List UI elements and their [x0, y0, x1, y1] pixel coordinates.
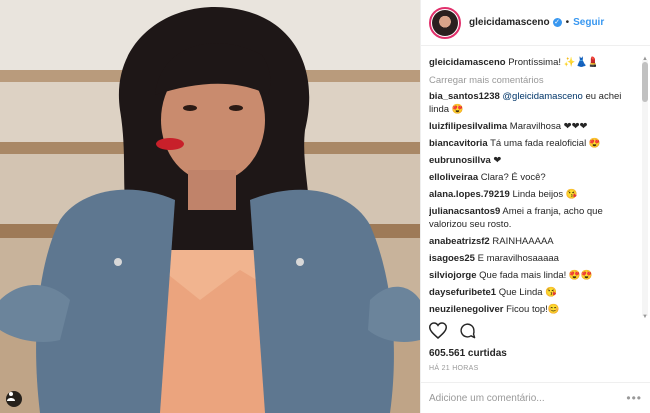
- comments-list: gleicidamasceno Prontíssima! ✨👗💄 Carrega…: [429, 56, 638, 320]
- comment-item: julianacsantos9 Amei a franja, acho que …: [429, 205, 638, 231]
- comment-username[interactable]: eubrunosillva: [429, 155, 491, 166]
- add-comment-bar: •••: [421, 382, 650, 413]
- header-username[interactable]: gleicidamasceno: [469, 17, 550, 28]
- comment-mention[interactable]: @gleicidamasceno: [502, 91, 582, 102]
- scrollbar-thumb[interactable]: [642, 62, 648, 102]
- comment-item: biancavitoria Tá uma fada realoficial 😍: [429, 137, 638, 150]
- likes-count[interactable]: 605.561 curtidas: [429, 348, 507, 359]
- comment-item: anabeatrizsf2 RAINHAAAAA: [429, 235, 638, 248]
- comment-username[interactable]: isagoes25: [429, 253, 475, 264]
- comment-text: Clara? É você?: [478, 172, 546, 183]
- comment-text: Maravilhosa ❤❤❤: [507, 121, 588, 132]
- comment-bubble-icon[interactable]: [459, 322, 476, 342]
- comment-text: ❤: [490, 155, 502, 166]
- comment-item: isagoes25 E maravilhosaaaaa: [429, 252, 638, 265]
- comment-text: RAINHAAAAA: [489, 236, 554, 247]
- caption: gleicidamasceno Prontíssima! ✨👗💄: [429, 56, 638, 69]
- comment-text: Linda beijos 😘: [509, 189, 578, 200]
- verified-badge-icon: ✓: [552, 18, 562, 27]
- comment-text: Que fada mais linda! 😍😍: [476, 270, 593, 281]
- scroll-down-arrow-icon[interactable]: ▼: [642, 314, 648, 320]
- comment-item: daysefuribete1 Que Linda 😘: [429, 286, 638, 299]
- comment-username[interactable]: anabeatrizsf2: [429, 236, 490, 247]
- comment-username[interactable]: julianacsantos9: [429, 206, 500, 217]
- comment-item: alana.lopes.79219 Linda beijos 😘: [429, 188, 638, 201]
- comment-username[interactable]: biancavitoria: [429, 138, 488, 149]
- comment-text: E maravilhosaaaaa: [474, 253, 559, 264]
- photo-illustration: [0, 0, 420, 413]
- post-photo[interactable]: [0, 0, 420, 413]
- comment-item: eubrunosillva ❤: [429, 154, 638, 167]
- comment-item: neuzilenegoliver Ficou top!😊: [429, 303, 638, 316]
- comment-item: elloliveiraa Clara? É você?: [429, 171, 638, 184]
- comment-text: Ficou top!😊: [503, 304, 560, 315]
- comments-scrollbar[interactable]: [642, 60, 648, 316]
- person-tag-icon[interactable]: [6, 391, 22, 407]
- post-header: gleicidamasceno ✓ • Seguir: [421, 0, 650, 46]
- comment-text: Que Linda 😘: [496, 287, 558, 298]
- comment-item: luizfilipesilvalima Maravilhosa ❤❤❤: [429, 120, 638, 133]
- comment-username[interactable]: bia_santos1238: [429, 91, 500, 102]
- post-actions: [428, 322, 476, 342]
- avatar[interactable]: [429, 6, 461, 39]
- heart-outline-icon[interactable]: [428, 322, 448, 342]
- comment-username[interactable]: silviojorge: [429, 270, 477, 281]
- comment-username[interactable]: elloliveiraa: [429, 172, 478, 183]
- comment-username[interactable]: luizfilipesilvalima: [429, 121, 507, 132]
- separator-dot: •: [565, 17, 570, 28]
- comment-text: Tá uma fada realoficial 😍: [487, 138, 601, 149]
- caption-text: Prontíssima! ✨👗💄: [505, 57, 600, 68]
- comment-item: bia_santos1238 @gleicidamasceno eu achei…: [429, 90, 638, 116]
- instagram-post: gleicidamasceno ✓ • Seguir gleicidamasce…: [0, 0, 650, 413]
- comment-username[interactable]: alana.lopes.79219: [429, 189, 510, 200]
- comment-username[interactable]: neuzilenegoliver: [429, 304, 503, 315]
- load-more-comments-link[interactable]: Carregar mais comentários: [429, 75, 638, 86]
- comment-item: silviojorge Que fada mais linda! 😍😍: [429, 269, 638, 282]
- post-timestamp: HÁ 21 HORAS: [429, 365, 479, 372]
- comment-username[interactable]: daysefuribete1: [429, 287, 496, 298]
- add-comment-input[interactable]: [429, 392, 627, 404]
- follow-button[interactable]: Seguir: [573, 17, 604, 28]
- more-options-icon[interactable]: •••: [626, 391, 642, 405]
- caption-username[interactable]: gleicidamasceno: [429, 57, 506, 68]
- post-sidebar: gleicidamasceno ✓ • Seguir gleicidamasce…: [420, 0, 650, 413]
